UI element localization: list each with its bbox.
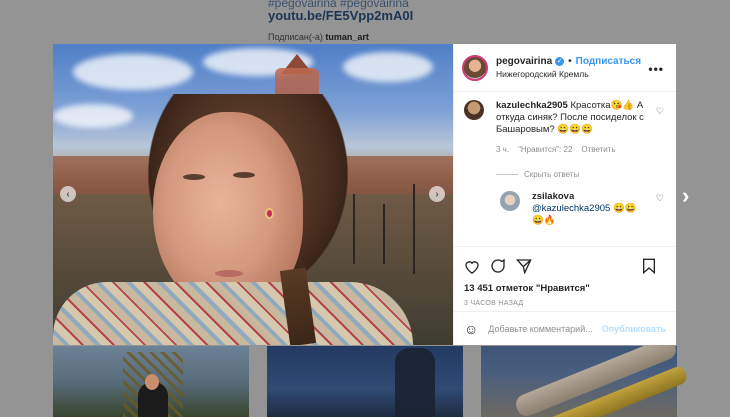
verified-badge-icon: ✓ bbox=[555, 57, 565, 66]
post-side-panel: pegovairina ✓ • Подписаться Нижегородски… bbox=[453, 44, 676, 345]
reply-username[interactable]: zsilakova bbox=[532, 191, 574, 202]
like-comment-heart-icon[interactable]: ♡ bbox=[656, 106, 664, 117]
photo-mouth bbox=[215, 270, 243, 277]
post-photo[interactable]: ‹ › bbox=[53, 44, 453, 345]
comment-input[interactable]: Добавьте комментарий... bbox=[488, 324, 601, 334]
likes-count[interactable]: 13 451 отметок "Нравится" bbox=[464, 283, 666, 294]
replier-avatar[interactable] bbox=[500, 191, 520, 211]
comment-meta: 3 ч. "Нравится": 22 Ответить bbox=[496, 144, 646, 156]
grid-thumbnail-2[interactable] bbox=[267, 346, 463, 417]
post-header-text: pegovairina ✓ • Подписаться Нижегородски… bbox=[496, 56, 641, 79]
comment-likes[interactable]: "Нравится": 22 bbox=[518, 144, 572, 156]
thumbnail-face bbox=[145, 374, 159, 390]
grid-thumbnail-1[interactable] bbox=[53, 346, 249, 417]
chevron-left-icon: ‹ bbox=[66, 188, 70, 200]
photo-eye bbox=[233, 172, 255, 178]
next-post-arrow-icon[interactable]: › bbox=[682, 183, 689, 209]
photo-earring bbox=[265, 208, 274, 219]
chevron-right-icon: › bbox=[435, 188, 439, 200]
hide-replies-label: Скрыть ответы bbox=[524, 170, 580, 179]
comment-username[interactable]: kazulechka2905 bbox=[496, 100, 568, 111]
hide-replies-line bbox=[496, 174, 518, 175]
photo-cloud bbox=[53, 104, 133, 128]
author-avatar[interactable] bbox=[462, 54, 488, 81]
photo-blouse bbox=[53, 282, 413, 345]
photo-cloud bbox=[343, 52, 433, 82]
comments-list[interactable]: kazulechka2905 Красотка😘👍 А откуда синяк… bbox=[454, 92, 676, 246]
comment-body: kazulechka2905 Красотка😘👍 А откуда синяк… bbox=[496, 100, 646, 156]
thumbnail-statue bbox=[395, 348, 435, 417]
author-username[interactable]: pegovairina bbox=[496, 56, 552, 67]
carousel-next-button[interactable]: › bbox=[429, 186, 445, 202]
reply-item: zsilakova @kazulechka2905 😀😀😀🔥 ♡ bbox=[500, 191, 666, 227]
post-location[interactable]: Нижегородский Кремль bbox=[496, 69, 641, 79]
reply-mention[interactable]: @kazulechka2905 bbox=[532, 203, 610, 214]
more-horizontal-icon[interactable]: ••• bbox=[648, 62, 664, 76]
photo-eye bbox=[183, 174, 205, 180]
action-icons bbox=[464, 255, 666, 277]
share-icon[interactable] bbox=[516, 258, 532, 274]
reply-body: zsilakova @kazulechka2905 😀😀😀🔥 bbox=[532, 191, 642, 227]
tagged-user[interactable]: tuman_art bbox=[325, 32, 369, 42]
heart-icon[interactable] bbox=[464, 259, 480, 274]
post-time[interactable]: 3 ЧАСОВ НАЗАД bbox=[464, 300, 666, 307]
grid-thumbnail-3[interactable] bbox=[481, 334, 689, 417]
background-tagged: Подписан(-а) tuman_art bbox=[268, 32, 369, 42]
background-link[interactable]: youtu.be/FE5Vpp2mA0I bbox=[268, 8, 413, 23]
photo-tree bbox=[353, 194, 355, 264]
publish-button[interactable]: Опубликовать bbox=[602, 324, 666, 334]
photo-tree bbox=[383, 204, 385, 264]
separator-dot: • bbox=[568, 56, 572, 67]
tagged-prefix: Подписан(-а) bbox=[268, 32, 323, 42]
comment-icon[interactable] bbox=[490, 258, 506, 274]
bookmark-icon[interactable] bbox=[642, 258, 656, 274]
add-comment-bar: ☺ Добавьте комментарий... Опубликовать bbox=[454, 311, 676, 345]
comment-reply-button[interactable]: Ответить bbox=[581, 144, 615, 156]
comment-time[interactable]: 3 ч. bbox=[496, 144, 509, 156]
commenter-avatar[interactable] bbox=[464, 100, 484, 120]
emoji-icon[interactable]: ☺ bbox=[464, 321, 478, 337]
like-reply-heart-icon[interactable]: ♡ bbox=[656, 193, 664, 204]
comment-item: kazulechka2905 Красотка😘👍 А откуда синяк… bbox=[464, 100, 666, 156]
post-modal: ‹ › pegovairina ✓ • Подписаться Нижегоро… bbox=[53, 44, 676, 345]
post-header: pegovairina ✓ • Подписаться Нижегородски… bbox=[454, 44, 676, 92]
post-header-line: pegovairina ✓ • Подписаться bbox=[496, 56, 641, 67]
photo-tree bbox=[413, 184, 415, 274]
carousel-prev-button[interactable]: ‹ bbox=[60, 186, 76, 202]
follow-button[interactable]: Подписаться bbox=[576, 56, 641, 67]
hide-replies-button[interactable]: Скрыть ответы bbox=[496, 170, 666, 179]
photo-cloud bbox=[73, 54, 193, 90]
